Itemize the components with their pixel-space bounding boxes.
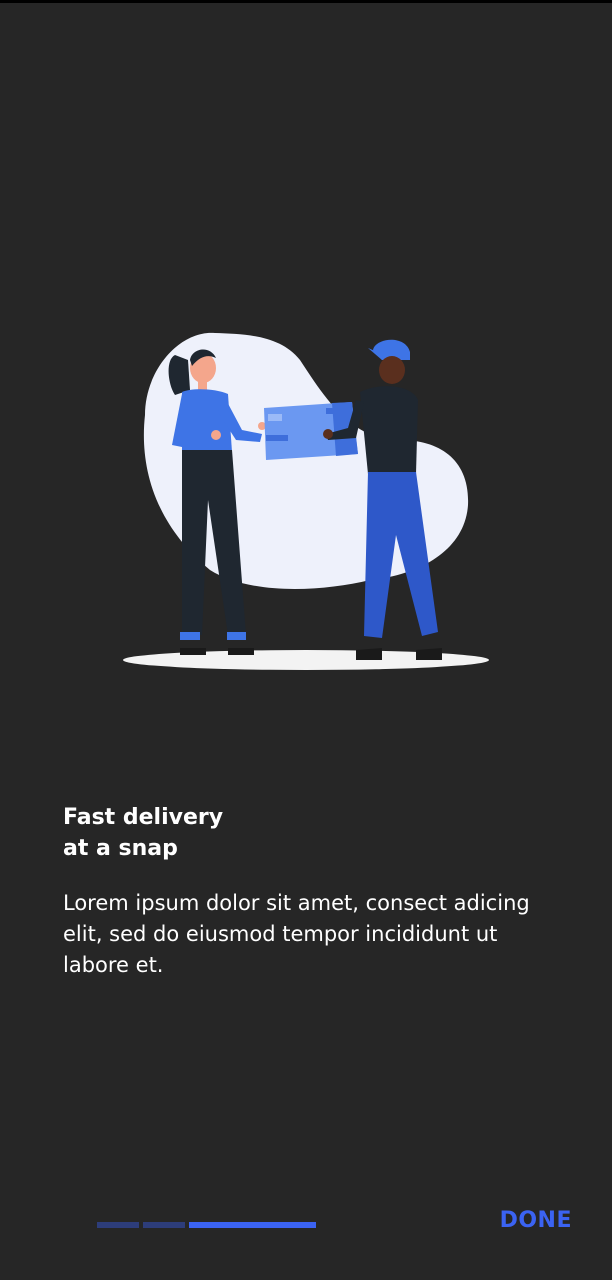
onboarding-title: Fast delivery at a snap (63, 802, 543, 864)
title-line-2: at a snap (63, 836, 178, 861)
page-indicator (97, 1222, 316, 1228)
page-indicator-dot-3-active (189, 1222, 316, 1228)
page-indicator-dot-1 (97, 1222, 139, 1228)
delivery-illustration (123, 332, 489, 670)
title-line-1: Fast delivery (63, 805, 224, 830)
onboarding-description: Lorem ipsum dolor sit amet, consect adic… (63, 891, 530, 977)
page-indicator-dot-2 (143, 1222, 185, 1228)
status-bar-strip (0, 0, 612, 3)
done-button[interactable]: DONE (500, 1208, 572, 1233)
